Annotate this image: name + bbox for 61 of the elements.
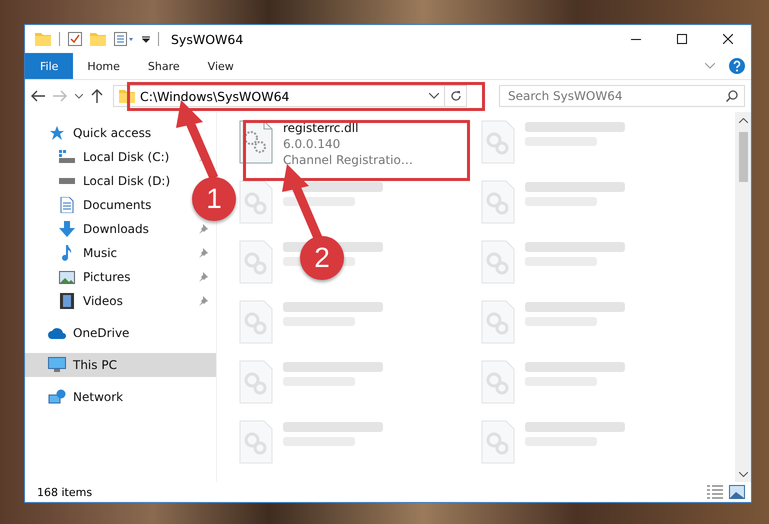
chevron-down-icon: [738, 472, 748, 476]
nav-item[interactable]: Quick access: [25, 121, 160, 145]
close-icon: [723, 34, 733, 44]
forward-arrow-icon: [53, 90, 67, 102]
back-arrow-icon: [31, 90, 45, 102]
item-count: 168 items: [37, 486, 94, 498]
drive-icon: [59, 178, 75, 184]
help-icon[interactable]: [729, 58, 745, 74]
chevron-down-icon: [75, 94, 83, 98]
file-name[interactable]: registerrc.dll: [283, 120, 413, 136]
download-arrow-icon: [59, 221, 75, 237]
nav-item[interactable]: Videos: [25, 289, 216, 313]
maximize-icon: [677, 34, 687, 44]
nav-item[interactable]: Documents: [25, 193, 160, 217]
scrollbar-thumb[interactable]: [738, 132, 748, 182]
star-icon: [49, 125, 65, 141]
window-title: SysWOW64: [171, 32, 244, 46]
nav-item[interactable]: Network: [25, 385, 132, 409]
refresh-icon: [450, 90, 462, 102]
large-icons-view-icon[interactable]: [729, 485, 745, 499]
document-icon: [60, 197, 74, 213]
network-icon: [48, 389, 66, 405]
nav-item[interactable]: Local Disk (D:): [25, 169, 178, 193]
file-detail: 6.0.0.140: [283, 136, 342, 152]
properties-icon[interactable]: [114, 32, 134, 46]
music-note-icon: [61, 245, 73, 261]
ribbon-tab[interactable]: View: [194, 53, 248, 79]
file-detail: Channel Registratio…: [283, 152, 413, 168]
address-bar[interactable]: C:\Windows\SysWOW64: [113, 85, 467, 107]
ribbon-tab[interactable]: File: [25, 53, 74, 79]
cloud-icon: [48, 327, 66, 339]
up-arrow-icon: [91, 89, 103, 103]
monitor-icon: [48, 357, 66, 373]
recent-locations-button[interactable]: [75, 94, 83, 98]
pin-icon[interactable]: [198, 248, 208, 258]
scrollbar[interactable]: [735, 112, 751, 482]
minimize-icon: [631, 38, 641, 40]
search-field[interactable]: Search SysWOW64: [499, 85, 745, 107]
folder-icon: [35, 32, 51, 46]
nav-item[interactable]: Pictures: [25, 265, 216, 289]
chevron-up-icon: [738, 118, 748, 122]
drive-icon: [59, 150, 75, 164]
nav-item[interactable]: OneDrive: [25, 321, 138, 345]
ribbon-tab[interactable]: Home: [73, 53, 134, 79]
picture-icon: [59, 270, 75, 284]
back-button[interactable]: [31, 90, 45, 102]
pin-icon[interactable]: [198, 224, 208, 234]
dropdown-icon[interactable]: [142, 35, 150, 43]
search-icon[interactable]: [726, 90, 738, 102]
nav-item[interactable]: This PC: [25, 353, 216, 377]
pin-icon[interactable]: [198, 272, 208, 282]
nav-item[interactable]: Music: [25, 241, 216, 265]
details-view-icon[interactable]: [707, 485, 723, 499]
ribbon-tab[interactable]: Share: [134, 53, 194, 79]
film-icon: [60, 293, 74, 309]
pin-icon[interactable]: [198, 296, 208, 306]
new-folder-icon: [90, 32, 106, 46]
up-button[interactable]: [91, 89, 103, 103]
chevron-down-icon[interactable]: [429, 93, 439, 99]
address-path: C:\Windows\SysWOW64: [140, 88, 290, 104]
checklist-icon[interactable]: [68, 32, 82, 46]
